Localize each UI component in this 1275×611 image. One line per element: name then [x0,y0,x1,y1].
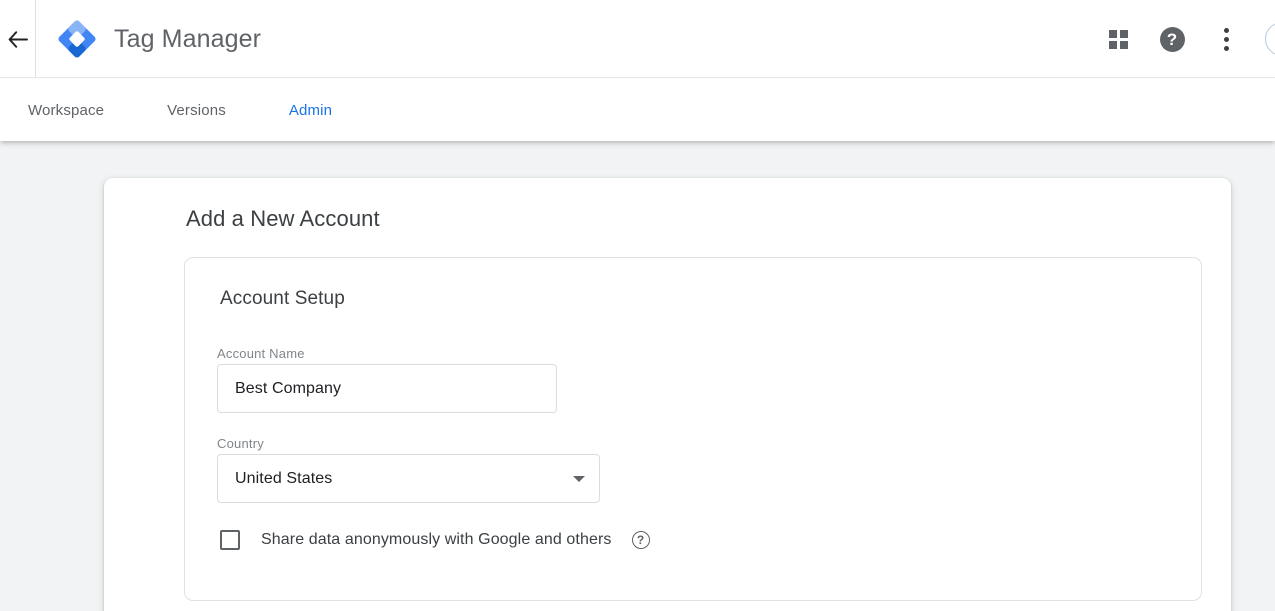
tab-workspace[interactable]: Workspace [28,102,104,119]
chevron-down-icon [573,476,585,482]
tab-versions[interactable]: Versions [167,102,226,119]
page-title: Add a New Account [186,206,380,231]
app-header: Tag Manager ? [0,0,1275,78]
app-title: Tag Manager [114,24,262,53]
tab-bar: Workspace Versions Admin [0,79,1275,141]
share-data-checkbox[interactable] [220,530,240,550]
apps-grid-button[interactable] [1091,0,1145,78]
help-filled-icon: ? [1159,26,1185,52]
share-data-label: Share data anonymously with Google and o… [261,531,612,548]
tab-admin[interactable]: Admin [289,102,332,119]
brand-block: Tag Manager [58,0,261,78]
header-actions: ? [1091,0,1275,78]
account-avatar [1265,22,1275,56]
tag-manager-logo-icon[interactable] [58,20,96,58]
section-title: Account Setup [220,288,345,309]
add-account-card: Add a New Account Account Setup Account … [104,178,1231,611]
more-options-button[interactable] [1199,0,1253,78]
country-select[interactable]: United States [217,454,600,503]
account-button[interactable] [1253,0,1275,78]
account-name-input[interactable] [217,364,557,413]
arrow-left-icon [8,30,28,48]
more-vert-icon [1223,27,1229,51]
share-data-row: Share data anonymously with Google and o… [220,528,650,552]
country-label: Country [217,436,264,451]
content-area: Add a New Account Account Setup Account … [0,141,1275,611]
apps-grid-icon [1108,29,1128,49]
account-name-label: Account Name [217,346,305,361]
help-button[interactable]: ? [1145,0,1199,78]
country-select-value: United States [235,469,333,487]
share-data-help-icon[interactable]: ? [631,531,650,549]
account-setup-panel: Account Setup Account Name Country Unite… [184,257,1202,601]
back-button[interactable] [0,0,36,78]
